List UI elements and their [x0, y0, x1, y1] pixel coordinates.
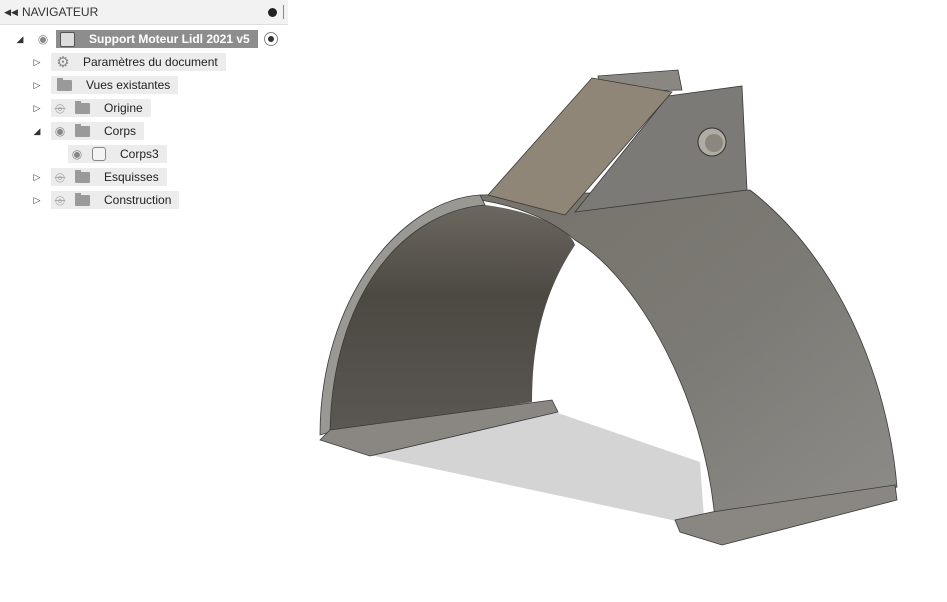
expand-triangle-icon[interactable]: ▷: [32, 172, 42, 183]
expand-triangle-icon[interactable]: ▷: [32, 80, 42, 91]
collapse-triangle-icon[interactable]: ◢: [15, 34, 25, 45]
tree-item-construction[interactable]: ◎ Construction: [51, 191, 180, 209]
tree-item-parametres[interactable]: ⚙ Paramètres du document: [51, 53, 226, 71]
item-label: Origine: [104, 101, 143, 115]
activate-radio[interactable]: [263, 32, 278, 46]
eye-icon[interactable]: ◉: [34, 32, 52, 46]
expand-triangle-icon[interactable]: ▷: [32, 103, 42, 114]
collapse-triangle-icon[interactable]: ◢: [32, 126, 42, 137]
folder-icon: [75, 169, 90, 183]
item-label: Vues existantes: [86, 78, 171, 92]
tree-item-origine[interactable]: ◎ Origine: [51, 99, 151, 117]
eye-hidden-icon[interactable]: ◎: [51, 193, 69, 207]
component-icon: [60, 31, 75, 47]
collapse-panel-icon[interactable]: ◀◀: [0, 7, 22, 18]
folder-icon: [57, 77, 72, 91]
navigator-panel: ◀◀ NAVIGATEUR ◢ ◉ Support Moteur Lidl 20…: [0, 0, 288, 209]
item-label: Corps3: [120, 147, 159, 161]
gear-icon: ⚙: [56, 54, 70, 71]
arch-inner-surface: [330, 205, 575, 432]
item-label: Paramètres du document: [83, 55, 218, 69]
mounting-hole-inner: [705, 134, 723, 152]
folder-icon: [75, 123, 90, 137]
folder-icon: [75, 192, 90, 206]
eye-icon[interactable]: ◉: [68, 147, 86, 161]
navigator-header: ◀◀ NAVIGATEUR: [0, 0, 288, 25]
root-label: Support Moteur Lidl 2021 v5: [89, 32, 250, 46]
body-icon: [92, 147, 106, 161]
tree-item-corps[interactable]: ◉ Corps: [51, 122, 145, 140]
resize-handle[interactable]: [283, 5, 286, 19]
item-label: Construction: [104, 193, 172, 207]
tree-root-item[interactable]: ◉ Support Moteur Lidl 2021 v5: [34, 30, 278, 48]
expand-triangle-icon[interactable]: ▷: [32, 57, 42, 68]
eye-hidden-icon[interactable]: ◎: [51, 170, 69, 184]
tree-item-corps3[interactable]: ◉ Corps3: [68, 145, 167, 163]
eye-hidden-icon[interactable]: ◎: [51, 101, 69, 115]
folder-icon: [75, 100, 90, 114]
expand-triangle-icon[interactable]: ▷: [32, 195, 42, 206]
tree-item-vues[interactable]: Vues existantes: [51, 76, 179, 94]
item-label: Corps: [104, 124, 137, 138]
eye-icon[interactable]: ◉: [51, 124, 69, 138]
navigator-title: NAVIGATEUR: [22, 5, 99, 19]
tree-item-esquisses[interactable]: ◎ Esquisses: [51, 168, 167, 186]
item-label: Esquisses: [104, 170, 159, 184]
pin-icon[interactable]: [268, 7, 277, 17]
